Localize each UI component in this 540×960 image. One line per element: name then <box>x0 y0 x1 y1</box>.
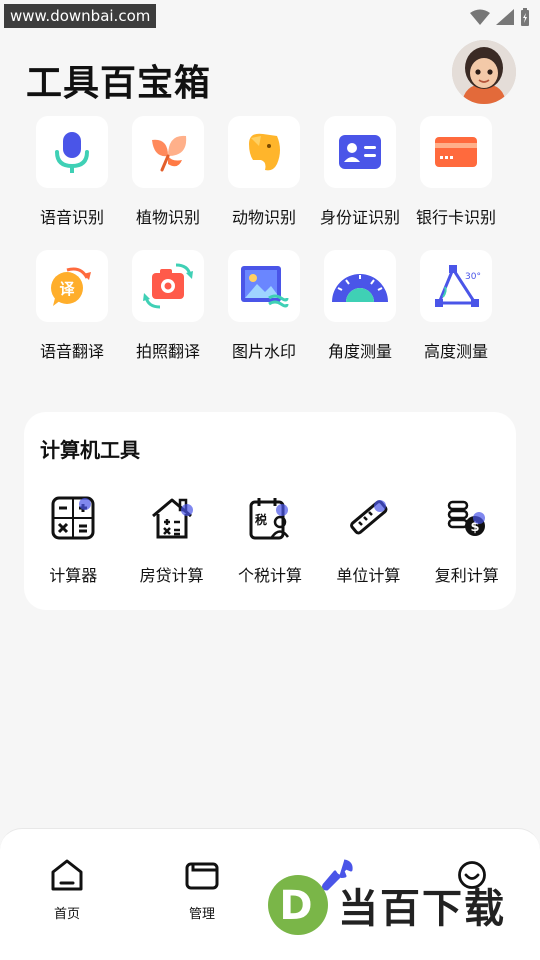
calculator-tools-row: 计算器 房贷计算 税 个税计算 单位计算 $ 复利计算 <box>24 494 516 586</box>
folder-icon <box>185 862 219 890</box>
microphone-icon <box>55 132 89 173</box>
nav-item-manage[interactable]: 管理 <box>162 857 242 922</box>
calculator-tools-card: 计算机工具 计算器 房贷计算 税 个税计算 单位计算 $ 复利计算 <box>24 412 516 610</box>
tool-voice-recognition[interactable]: 语音识别 <box>24 116 120 228</box>
tool-grid-row-1: 语音识别 植物识别 动物识别 身份证识别 银行卡识别 <box>24 116 516 228</box>
home-icon <box>51 859 83 891</box>
brand-watermark: D 当百下载 <box>266 866 506 944</box>
section-title: 计算机工具 <box>40 438 140 462</box>
bank-card-icon <box>435 137 477 167</box>
signal-icon <box>496 9 514 25</box>
nav-label: 管理 <box>188 907 215 922</box>
tool-label: 身份证识别 <box>319 208 400 227</box>
image-watermark-icon <box>241 266 289 308</box>
tool-icon-box <box>132 116 204 188</box>
calc-icon-box: $ <box>443 494 491 542</box>
tool-label: 拍照翻译 <box>135 342 200 361</box>
tool-grid-row-2: 译 语音翻译 拍照翻译 图片水印 角度测量 30° 高度测量 <box>24 250 516 362</box>
house-calc-icon <box>151 498 193 539</box>
status-icons <box>470 8 530 26</box>
site-watermark: www.downbai.com <box>4 4 157 28</box>
tool-icon-box: 译 <box>36 250 108 322</box>
tool-tax-calc[interactable]: 税 个税计算 <box>221 494 319 586</box>
tool-image-watermark[interactable]: 图片水印 <box>216 250 312 362</box>
nav-item-home[interactable]: 首页 <box>27 857 107 922</box>
tool-unit-calc[interactable]: 单位计算 <box>319 494 417 586</box>
tool-label: 动物识别 <box>231 208 296 227</box>
wifi-icon <box>470 9 490 25</box>
id-card-icon <box>339 135 381 169</box>
tool-bank-card-recognition[interactable]: 银行卡识别 <box>408 116 504 228</box>
tool-icon-box <box>228 116 300 188</box>
tool-label: 图片水印 <box>231 342 296 361</box>
calc-icon-box <box>49 494 97 542</box>
tool-photo-translate[interactable]: 拍照翻译 <box>120 250 216 362</box>
avatar[interactable] <box>452 40 516 104</box>
coins-icon: $ <box>447 500 485 536</box>
protractor-icon <box>332 274 388 302</box>
tool-label: 银行卡识别 <box>415 208 496 227</box>
tool-icon-box <box>324 116 396 188</box>
tool-mortgage-calc[interactable]: 房贷计算 <box>122 494 220 586</box>
tool-id-card-recognition[interactable]: 身份证识别 <box>312 116 408 228</box>
calc-icon-box <box>148 494 196 542</box>
tool-compound-interest-calc[interactable]: $ 复利计算 <box>418 494 516 586</box>
tool-label: 角度测量 <box>327 342 392 361</box>
height-triangle-icon: 30° <box>435 265 481 307</box>
tool-voice-translate[interactable]: 译 语音翻译 <box>24 250 120 362</box>
calc-label: 计算器 <box>49 566 98 585</box>
calc-icon-box: 税 <box>246 494 294 542</box>
nav-label: 首页 <box>53 907 80 922</box>
translate-bubble-icon: 译 <box>51 267 91 306</box>
page-title: 工具百宝箱 <box>26 63 212 104</box>
tool-icon-box <box>132 250 204 322</box>
calc-label: 复利计算 <box>434 566 499 585</box>
tool-plant-recognition[interactable]: 植物识别 <box>120 116 216 228</box>
calc-label: 单位计算 <box>336 566 401 585</box>
leaf-icon <box>152 135 187 172</box>
calc-icon-box <box>344 494 392 542</box>
tax-calc-icon: 税 <box>249 498 289 540</box>
brand-logo-icon: D <box>268 875 328 935</box>
camera-translate-icon <box>143 263 193 309</box>
translate-glyph: 译 <box>59 280 75 298</box>
elephant-icon <box>249 133 280 171</box>
tool-label: 语音翻译 <box>39 342 104 361</box>
tool-calculator[interactable]: 计算器 <box>24 494 122 586</box>
tool-icon-box <box>228 250 300 322</box>
tax-glyph: 税 <box>255 512 267 527</box>
tool-angle-measure[interactable]: 角度测量 <box>312 250 408 362</box>
nav-icon-box <box>184 857 220 893</box>
brand-text: 当百下载 <box>338 886 506 932</box>
calc-label: 个税计算 <box>237 566 302 585</box>
tool-icon-box <box>324 250 396 322</box>
tool-height-measure[interactable]: 30° 高度测量 <box>408 250 504 362</box>
tool-icon-box: 30° <box>420 250 492 322</box>
calculator-icon <box>51 496 95 540</box>
tool-label: 语音识别 <box>39 208 104 227</box>
angle-glyph: 30° <box>465 272 481 282</box>
brand-letter: D <box>279 883 312 929</box>
tool-icon-box <box>36 116 108 188</box>
tool-animal-recognition[interactable]: 动物识别 <box>216 116 312 228</box>
calc-label: 房贷计算 <box>139 566 204 585</box>
ruler-icon <box>350 500 388 535</box>
battery-icon <box>521 8 529 26</box>
tool-label: 植物识别 <box>135 208 200 227</box>
status-bar: www.downbai.com <box>0 0 540 34</box>
tool-icon-box <box>420 116 492 188</box>
tool-label: 高度测量 <box>423 342 488 361</box>
nav-icon-box <box>49 857 85 893</box>
